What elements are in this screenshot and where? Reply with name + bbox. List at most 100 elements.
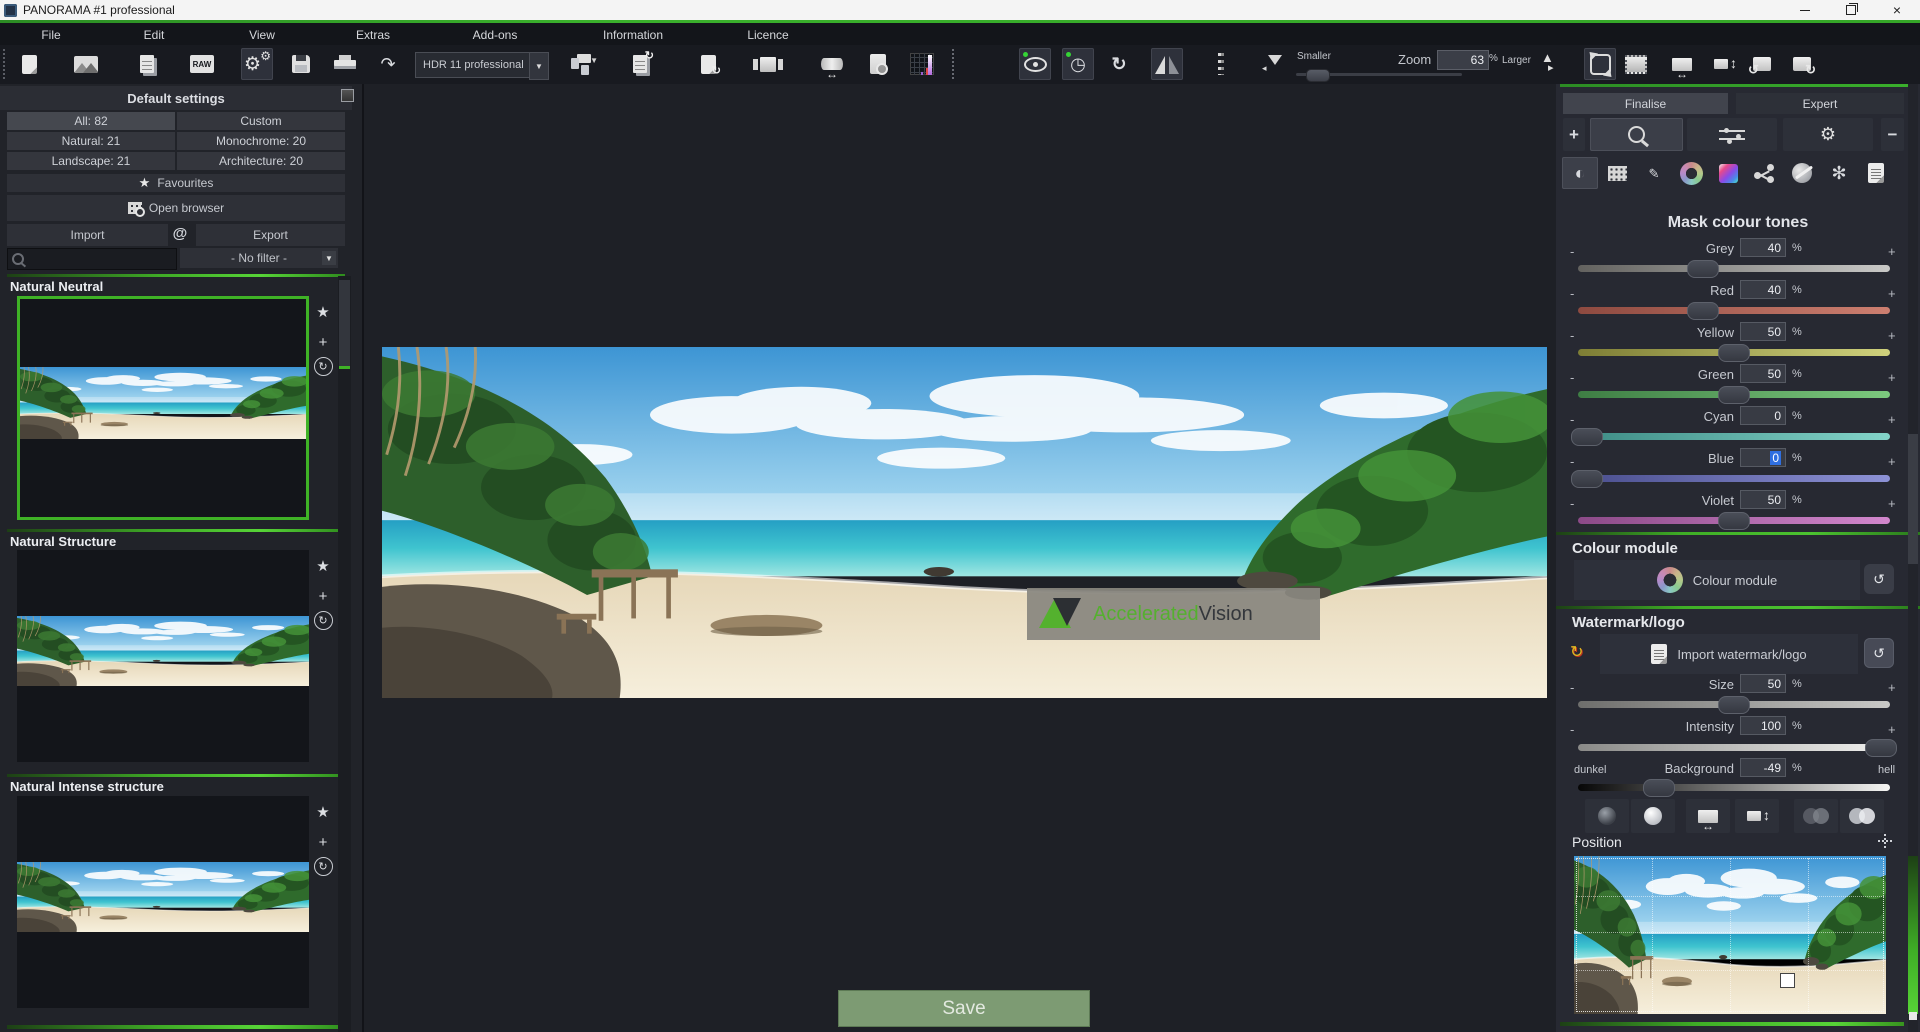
slider-increase[interactable]: + [1888, 412, 1896, 427]
filter-dropdown[interactable]: - No filter - ▼ [180, 248, 338, 268]
resize-width-button[interactable] [1666, 48, 1698, 80]
before-after-button[interactable] [1151, 48, 1183, 80]
scrollbar-thumb[interactable] [339, 280, 350, 369]
history-compare-button[interactable]: ◷ [1062, 48, 1094, 80]
menu-information[interactable]: Information [597, 26, 669, 44]
zoom-slider[interactable] [1296, 73, 1462, 76]
selection-button[interactable] [1620, 48, 1652, 80]
settings-button[interactable]: ⚙⚙ [241, 48, 273, 80]
pin-icon[interactable] [341, 89, 354, 102]
chevron-down-icon[interactable]: ▼ [322, 251, 336, 265]
copy-settings-button[interactable]: ↻ [624, 48, 656, 80]
slider-handle[interactable] [1687, 260, 1719, 278]
slider-handle[interactable] [1865, 739, 1897, 757]
watermark-style-light-sphere[interactable] [1631, 799, 1675, 833]
move-position-icon[interactable] [1878, 834, 1892, 848]
preset-dropdown-arrow[interactable]: ▼ [529, 52, 549, 80]
slider-value-input[interactable]: 50 [1740, 364, 1786, 383]
slider-decrease[interactable]: - [1570, 412, 1574, 427]
add-preset-button[interactable]: + [313, 586, 333, 606]
slider-increase[interactable]: + [1888, 496, 1896, 511]
menu-extras[interactable]: Extras [350, 26, 396, 44]
slider-value-input[interactable]: 0 [1740, 448, 1786, 467]
zoom-slider-handle[interactable] [1306, 69, 1330, 82]
slider-handle[interactable] [1718, 512, 1750, 530]
export-button[interactable]: ↷ [372, 48, 404, 80]
slider-increase[interactable]: + [1888, 328, 1896, 343]
slider-decrease[interactable]: - [1570, 454, 1574, 469]
slider-value-input[interactable]: 40 [1740, 280, 1786, 299]
minimize-button[interactable] [1782, 0, 1828, 20]
save-button-toolbar[interactable] [285, 48, 317, 80]
category-custom[interactable]: Custom [177, 112, 345, 130]
slider-increase[interactable]: + [1888, 244, 1896, 259]
watermark-overlay[interactable]: Accelerated Vision [1027, 588, 1320, 640]
slider-handle[interactable] [1687, 302, 1719, 320]
panorama-format-button[interactable] [752, 48, 784, 80]
tool-grain[interactable] [1599, 157, 1635, 189]
watermark-blend-strong[interactable] [1840, 799, 1884, 833]
crop-rotate-button[interactable] [1584, 48, 1616, 80]
preview-toggle-button[interactable] [1019, 48, 1051, 80]
add-preset-button[interactable]: + [313, 832, 333, 852]
import-watermark-button[interactable]: Import watermark/logo [1600, 634, 1858, 674]
slider-handle[interactable] [1571, 470, 1603, 488]
preset-list-scrollbar[interactable] [338, 276, 351, 1032]
histogram-button[interactable] [906, 48, 938, 80]
green-slider[interactable] [1578, 391, 1890, 398]
cyan-slider[interactable] [1578, 433, 1890, 440]
slider-increase[interactable]: + [1888, 680, 1896, 695]
slider-handle[interactable] [1718, 344, 1750, 362]
zoom-input[interactable] [1437, 50, 1489, 70]
category-architecture[interactable]: Architecture: 20 [177, 152, 345, 170]
slider-increase[interactable]: + [1888, 286, 1896, 301]
toolbar-drag-handle[interactable] [3, 49, 8, 79]
apply-preset-button[interactable]: ↻ [313, 356, 333, 376]
tool-contrast[interactable]: ◐ [1562, 157, 1598, 189]
favourite-star-button[interactable]: ★ [313, 556, 333, 576]
apply-preset-button[interactable]: ↻ [313, 856, 333, 876]
open-browser-button[interactable]: Open browser [7, 195, 345, 221]
projection-width-button[interactable] [816, 48, 848, 80]
tool-nodes[interactable] [1747, 157, 1783, 189]
favourite-star-button[interactable]: ★ [313, 802, 333, 822]
size-slider[interactable] [1578, 701, 1890, 708]
slider-decrease[interactable]: - [1570, 496, 1574, 511]
search-filter-button[interactable] [1590, 118, 1683, 151]
menu-view[interactable]: View [243, 26, 281, 44]
slider-decrease[interactable]: - [1570, 244, 1574, 259]
preset-dropdown[interactable]: HDR 11 professional [415, 52, 537, 78]
resize-height-button[interactable] [1708, 48, 1740, 80]
watermark-toggle[interactable]: ↺ [1864, 638, 1894, 668]
close-button[interactable]: × [1874, 0, 1920, 20]
preset-thumbnail-natural-intense[interactable] [17, 796, 309, 1008]
redo-button[interactable]: ↻ [1103, 48, 1135, 80]
rotate-left-button[interactable]: ↺ [1746, 48, 1778, 80]
slider-decrease[interactable]: - [1570, 286, 1574, 301]
menu-addons[interactable]: Add-ons [467, 26, 524, 44]
apply-preset-button[interactable]: ↻ [313, 610, 333, 630]
slider-value-input[interactable]: 40 [1740, 238, 1786, 257]
slider-handle[interactable] [1571, 428, 1603, 446]
fit-view-button[interactable]: ▲▸ [1532, 48, 1564, 80]
split-view-button[interactable] [1205, 48, 1237, 80]
position-preview[interactable] [1574, 856, 1886, 1014]
batch-processing-button[interactable]: ▼ [567, 48, 599, 80]
preset-search-input[interactable] [7, 248, 177, 270]
category-landscape[interactable]: Landscape: 21 [7, 152, 175, 170]
scrollbar-grip[interactable] [1909, 1012, 1917, 1020]
watermark-stretch-width[interactable] [1686, 799, 1730, 833]
grey-slider[interactable] [1578, 265, 1890, 272]
tool-colour-cube[interactable] [1710, 157, 1746, 189]
restore-button[interactable] [1828, 0, 1874, 20]
category-monochrome[interactable]: Monochrome: 20 [177, 132, 345, 150]
menu-file[interactable]: File [35, 26, 66, 44]
scrollbar-thumb[interactable] [1908, 434, 1918, 564]
intensity-slider[interactable] [1578, 744, 1890, 751]
tab-expert[interactable]: Expert [1736, 93, 1904, 114]
slider-increase[interactable]: + [1888, 370, 1896, 385]
tool-aperture[interactable]: ✻ [1821, 157, 1857, 189]
adjustments-button[interactable] [1687, 118, 1777, 151]
new-project-button[interactable] [13, 48, 45, 80]
preset-thumbnail-natural-neutral[interactable] [17, 296, 309, 520]
